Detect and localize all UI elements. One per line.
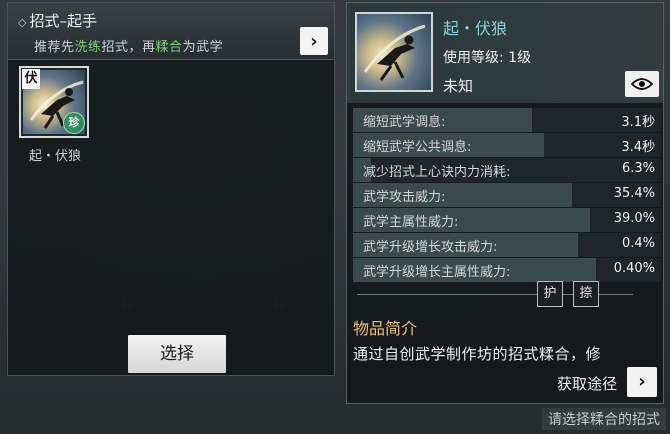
chevron-right-icon: › [310, 30, 318, 52]
subtitle-text: 推荐先 [34, 40, 75, 55]
description-title: 物品简介 [353, 319, 418, 338]
tag-row: 护 捺 [347, 281, 663, 309]
obtain-arrow-button[interactable]: › [627, 367, 657, 397]
skill-level: 使用等级: 1级 [443, 50, 532, 66]
stat-label: 减少招式上心诀内力消耗: [363, 165, 511, 180]
stat-label: 武学主属性威力: [363, 215, 459, 230]
stat-label: 缩短武学调息: [363, 115, 446, 130]
subtitle-highlight: 糅合 [155, 40, 183, 55]
stat-value: 0.40% [613, 261, 655, 276]
panel-title-text: 招式–起手 [29, 12, 97, 30]
select-button[interactable]: 选择 [128, 335, 226, 373]
stat-value: 35.4% [613, 186, 655, 201]
panel-header: ◇ 招式–起手 推荐先洗练招式，再糅合为武学 › [8, 3, 334, 60]
eye-icon [631, 78, 653, 90]
stat-label: 武学攻击威力: [363, 190, 446, 205]
skill-name: 起・伏狼 [443, 19, 508, 38]
skill-card[interactable]: 伏 珍 [19, 66, 89, 138]
obtain-label: 获取途径 [556, 375, 617, 393]
stat-value: 0.4% [621, 236, 655, 251]
skill-detail-panel: 起・伏狼 使用等级: 1级 未知 缩短武学调息: 3.1秒缩短武学公共调息: 3.4… [346, 2, 664, 404]
subtitle-text: 招式，再 [101, 40, 156, 55]
panel-title: ◇ 招式–起手 [18, 10, 97, 31]
stat-row: 减少招式上心诀内力消耗: 6.3% [353, 158, 661, 182]
stat-label: 武学升级增长攻击威力: [363, 240, 498, 255]
stat-label: 武学升级增长主属性威力: [363, 265, 511, 280]
skill-detail-icon [355, 12, 433, 92]
skill-card-name: 起・伏狼 [29, 149, 82, 164]
warrior-figure-icon [363, 24, 426, 81]
diamond-icon: ◇ [18, 16, 27, 29]
description-text: 通过自创武学制作坊的招式糅合，修 [353, 345, 602, 363]
next-arrow-button[interactable]: › [300, 27, 328, 55]
stat-value: 3.1秒 [621, 115, 655, 130]
subtitle-highlight: 洗练 [74, 40, 102, 55]
stat-row: 武学升级增长主属性威力: 0.40% [353, 258, 661, 282]
subtitle-text: 为武学 [182, 40, 224, 55]
stat-row: 武学升级增长攻击威力: 0.4% [353, 233, 661, 257]
stat-label: 缩短武学公共调息: [363, 140, 472, 155]
tag-protect[interactable]: 护 [537, 281, 563, 307]
tag-press[interactable]: 捺 [573, 281, 599, 307]
detail-header: 起・伏狼 使用等级: 1级 未知 [347, 3, 663, 103]
skill-list-panel: ◇ 招式–起手 推荐先洗练招式，再糅合为武学 › 伏 珍 起・伏狼 选择 [7, 2, 335, 376]
rarity-badge: 珍 [63, 112, 85, 134]
stat-row: 武学主属性威力: 39.0% [353, 208, 661, 232]
panel-subtitle: 推荐先洗练招式，再糅合为武学 [34, 36, 223, 55]
preview-button[interactable] [625, 71, 659, 97]
skill-status: 未知 [443, 77, 474, 95]
stat-row: 缩短武学公共调息: 3.4秒 [353, 133, 661, 157]
stat-value: 39.0% [613, 211, 655, 226]
stat-value: 3.4秒 [621, 140, 655, 155]
stat-row: 缩短武学调息: 3.1秒 [353, 108, 661, 132]
bottom-hint: 请选择糅合的招式 [542, 408, 666, 430]
stat-list: 缩短武学调息: 3.1秒缩短武学公共调息: 3.4秒减少招式上心诀内力消耗: 6.3%… [353, 108, 661, 283]
stat-row: 武学攻击威力: 35.4% [353, 183, 661, 207]
chevron-right-icon: › [638, 371, 646, 392]
skill-type-char: 伏 [22, 69, 40, 89]
stat-value: 6.3% [621, 161, 655, 176]
